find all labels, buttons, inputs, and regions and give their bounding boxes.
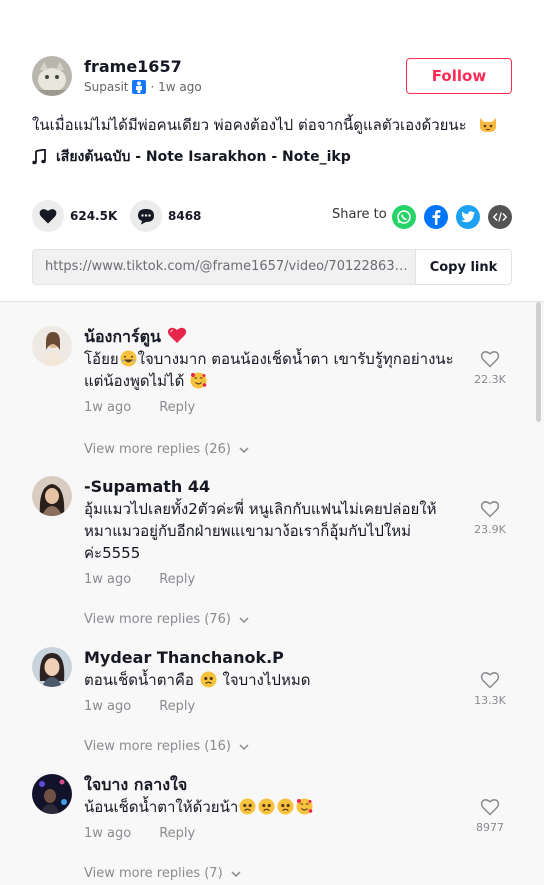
author-subline: Supasit · 1w ago [84, 78, 202, 96]
comment-time: 1w ago [84, 400, 132, 415]
commenter-avatar[interactable] [32, 476, 72, 516]
scrollbar[interactable] [536, 302, 541, 422]
smiling-hearts-emoji-icon [190, 372, 207, 389]
commenter-name[interactable]: Mydear Thanchanok.P [84, 647, 464, 669]
comment-like[interactable]: 22.3K [472, 350, 508, 386]
embed-code-icon[interactable] [488, 205, 512, 229]
commenter-avatar[interactable] [32, 647, 72, 687]
music-note-icon [32, 149, 46, 165]
chevron-down-icon [239, 446, 249, 453]
view-more-replies[interactable]: View more replies (76) [84, 612, 249, 627]
share-to-label: Share to [332, 207, 387, 222]
like-action[interactable]: 624.5K [32, 200, 117, 232]
comment-like-count: 22.3K [474, 373, 506, 386]
author-avatar[interactable] [32, 56, 72, 96]
whatsapp-icon[interactable] [392, 205, 416, 229]
chevron-down-icon [239, 616, 249, 623]
comment-text: น้อนเช็ดน้ำตาให้ด้วยน้า [84, 796, 464, 818]
comment-list[interactable]: น้องการ์ตูน โอ้ยย ใจบางมาก ตอนน้องเช็ดน้ำ… [0, 302, 544, 885]
comment-text: โอ้ยย ใจบางมาก ตอนน้องเช็ดน้ำตา เขารับรู้… [84, 350, 454, 390]
reply-button[interactable]: Reply [159, 572, 195, 587]
chevron-down-icon [239, 743, 249, 750]
sad-face-emoji-icon [239, 798, 256, 815]
comment-like-count: 13.3K [474, 694, 506, 707]
copy-link-bar: https://www.tiktok.com/@frame1657/video/… [32, 249, 512, 285]
video-caption: ในเมื่อแม่ไม่ได้มีพ่อคนเดียว พ่อคงต้องไป… [32, 114, 512, 136]
copy-link-button[interactable]: Copy link [415, 250, 511, 284]
view-more-replies[interactable]: View more replies (16) [84, 739, 249, 754]
comment-like[interactable]: 13.3K [472, 671, 508, 707]
heart-icon [39, 209, 57, 224]
heart-outline-icon[interactable] [480, 671, 500, 689]
comment-action[interactable]: 8468 [130, 200, 201, 232]
heart-outline-icon[interactable] [480, 798, 500, 816]
commenter-avatar[interactable] [32, 326, 72, 366]
sad-face-emoji-icon [258, 798, 275, 815]
caption-text: ในเมื่อแม่ไม่ได้มีพ่อคนเดียว พ่อคงต้องไป… [32, 116, 467, 134]
twitter-icon[interactable] [456, 205, 480, 229]
commenter-name[interactable]: -Supamath 44 [84, 476, 464, 498]
commenter-name[interactable]: ใจบาง กลางใจ [84, 774, 464, 796]
reply-button[interactable]: Reply [159, 826, 195, 841]
comment-text: ตอนเช็ดน้ำตาคือ ใจบางไปหมด [84, 671, 311, 689]
comment-bubble-icon [138, 208, 154, 224]
view-more-replies[interactable]: View more replies (26) [84, 442, 249, 457]
author-username[interactable]: frame1657 [84, 57, 202, 77]
reply-button[interactable]: Reply [159, 400, 195, 415]
commenter-avatar[interactable] [32, 774, 72, 814]
comment-time: 1w ago [84, 699, 132, 714]
heart-outline-icon[interactable] [480, 350, 500, 368]
comment-button[interactable] [130, 200, 162, 232]
comment-like-count: 23.9K [474, 523, 506, 536]
heart-icon [167, 327, 186, 343]
view-more-replies[interactable]: View more replies (7) [84, 866, 241, 881]
comment-meta: 1w ago Reply [84, 826, 464, 841]
sad-face-emoji-icon [277, 798, 294, 815]
cat-emoji-icon [479, 118, 496, 132]
chevron-down-icon [231, 870, 241, 877]
music-link[interactable]: เสียงต้นฉบับ - Note Isarakhon - Note_ikp [32, 147, 351, 167]
video-detail-panel: frame1657 Supasit · 1w ago Follow ในเมื่… [0, 0, 544, 885]
person-icon [132, 79, 147, 94]
like-count: 624.5K [70, 209, 118, 223]
heart-outline-icon[interactable] [480, 500, 500, 518]
author-info: frame1657 Supasit · 1w ago [32, 56, 202, 96]
commenter-name[interactable]: น้องการ์ตูน [84, 326, 464, 348]
comment-like[interactable]: 23.9K [472, 500, 508, 536]
reply-button[interactable]: Reply [159, 699, 195, 714]
comment-meta: 1w ago Reply [84, 699, 464, 714]
comment-time: 1w ago [84, 572, 132, 587]
comment-meta: 1w ago Reply [84, 400, 464, 415]
like-button[interactable] [32, 200, 64, 232]
comment-count: 8468 [168, 209, 202, 223]
comment-like[interactable]: 8977 [472, 798, 508, 834]
facebook-icon[interactable] [424, 205, 448, 229]
comment-meta: 1w ago Reply [84, 572, 464, 587]
author-nickname: Supasit [84, 79, 129, 94]
sad-face-emoji-icon [200, 671, 217, 688]
video-url-field[interactable]: https://www.tiktok.com/@frame1657/video/… [33, 250, 415, 284]
post-time: · 1w ago [150, 79, 202, 94]
laughing-emoji-icon [120, 350, 137, 367]
music-title: เสียงต้นฉบับ - Note Isarakhon - Note_ikp [56, 149, 351, 165]
smiling-hearts-emoji-icon [296, 798, 313, 815]
follow-button[interactable]: Follow [406, 58, 512, 94]
comment-like-count: 8977 [476, 821, 504, 834]
comment-time: 1w ago [84, 826, 132, 841]
comment-text: อุ้มแมวไปเลยทั้ง2ตัวค่ะพี่ หนูเลิกกับแฟน… [84, 500, 437, 562]
